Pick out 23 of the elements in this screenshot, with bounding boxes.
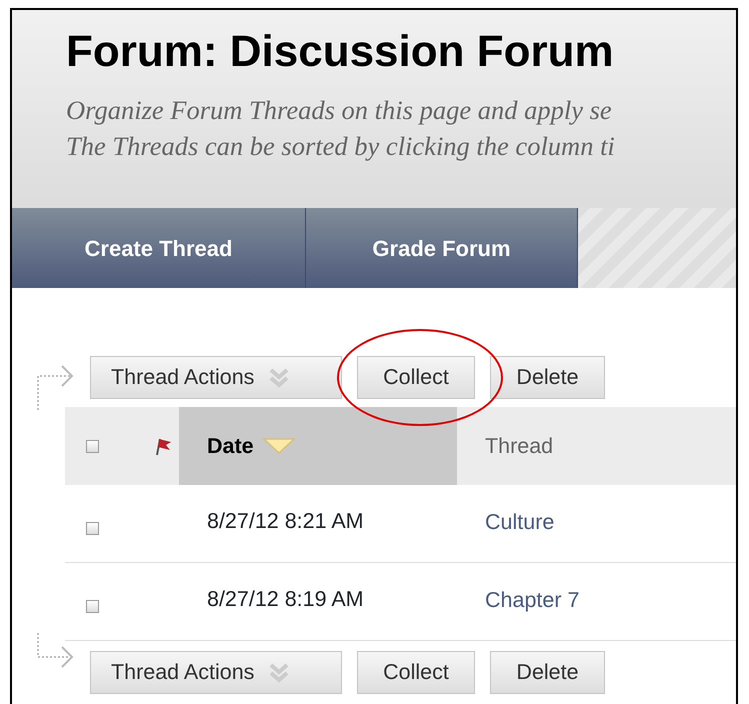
nav-button[interactable]: Grade Forum <box>306 208 578 288</box>
description-text: Organize Forum Threads on this page and apply se <box>66 94 612 128</box>
menu-button[interactable]: Thread Actions <box>90 651 342 694</box>
thread-link[interactable]: Chapter 7 <box>485 584 580 616</box>
double-chevron-icon <box>268 662 290 684</box>
action-button[interactable]: Delete <box>490 356 605 399</box>
sort-triangle-icon <box>262 436 296 456</box>
checkbox[interactable] <box>86 440 99 452</box>
checkbox[interactable] <box>86 600 99 613</box>
date-text: 8/27/12 8:19 AM <box>207 586 364 612</box>
page-title: Forum: Discussion Forum <box>66 28 614 76</box>
action-button[interactable]: Delete <box>490 651 605 694</box>
description-text: The Threads can be sorted by clicking the column ti <box>66 130 615 164</box>
date-text: 8/27/12 8:21 AM <box>207 508 364 534</box>
double-chevron-icon <box>268 366 290 388</box>
column-header[interactable]: Date <box>179 407 457 485</box>
menu-button[interactable]: Thread Actions <box>90 356 342 399</box>
column-header[interactable]: Thread <box>457 407 735 485</box>
thread-link[interactable]: Culture <box>485 506 554 538</box>
action-button[interactable]: Collect <box>357 651 475 694</box>
nav-button[interactable]: Create Thread <box>12 208 306 288</box>
action-button[interactable]: Collect <box>357 356 475 399</box>
checkbox[interactable] <box>86 522 99 535</box>
